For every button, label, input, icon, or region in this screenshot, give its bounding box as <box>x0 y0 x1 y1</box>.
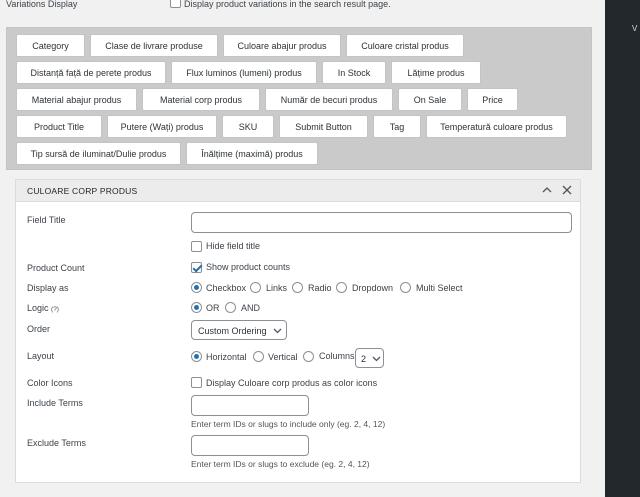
display-as-checkbox-radio[interactable] <box>191 282 202 293</box>
field-chip-inaltime-maxima[interactable]: Înălțime (maximă) produs <box>186 142 318 165</box>
show-product-counts-checkbox[interactable] <box>191 262 202 273</box>
field-chip-submit-button[interactable]: Submit Button <box>279 115 368 138</box>
columns-select[interactable]: 2 <box>355 348 384 368</box>
order-select-value: Custom Ordering <box>198 326 267 336</box>
field-title-label: Field Title <box>27 215 66 225</box>
field-chip-culoare-cristal[interactable]: Culoare cristal produs <box>346 34 464 57</box>
exclude-terms-label: Exclude Terms <box>27 438 86 448</box>
field-chip-distanta-fata-de-perete[interactable]: Distanță față de perete produs <box>16 61 166 84</box>
field-chip-latime[interactable]: Lățime produs <box>391 61 481 84</box>
field-chip-numar-de-becuri[interactable]: Număr de becuri produs <box>265 88 393 111</box>
side-glyph: V <box>632 24 638 33</box>
field-chip-temperatura-culoare[interactable]: Temperatură culoare produs <box>426 115 567 138</box>
display-as-links-label: Links <box>266 283 288 293</box>
include-terms-description: Enter term IDs or slugs to include only … <box>191 419 386 429</box>
display-as-label: Display as <box>27 283 69 293</box>
chevron-up-icon[interactable] <box>541 184 553 196</box>
logic-label: Logic (?) <box>27 303 59 313</box>
variations-display-text: Display product variations in the search… <box>184 0 391 9</box>
field-chip-culoare-abajur[interactable]: Culoare abajur produs <box>223 34 341 57</box>
admin-side-panel: V <box>605 0 640 497</box>
chevron-down-icon <box>372 356 381 362</box>
hide-field-title-checkbox[interactable] <box>191 241 202 252</box>
display-as-dropdown-radio[interactable] <box>336 282 347 293</box>
include-terms-input[interactable] <box>191 395 309 416</box>
display-as-multi-select-radio[interactable] <box>400 282 411 293</box>
chevron-down-icon <box>273 328 282 334</box>
field-title-input[interactable] <box>191 212 572 233</box>
exclude-terms-description: Enter term IDs or slugs to exclude (eg. … <box>191 459 370 469</box>
include-terms-label: Include Terms <box>27 398 83 408</box>
field-chip-clase-de-livrare[interactable]: Clase de livrare produse <box>90 34 218 57</box>
field-chip-in-stock[interactable]: In Stock <box>322 61 386 84</box>
show-product-counts-label: Show product counts <box>206 262 291 272</box>
logic-help[interactable]: (?) <box>51 306 59 313</box>
display-as-radio-radio[interactable] <box>292 282 303 293</box>
field-chip-on-sale[interactable]: On Sale <box>398 88 462 111</box>
field-chip-price[interactable]: Price <box>467 88 518 111</box>
columns-select-value: 2 <box>361 354 367 364</box>
color-icons-checkbox[interactable] <box>191 377 202 388</box>
order-select[interactable]: Custom Ordering <box>191 320 287 340</box>
variations-display-checkbox[interactable] <box>170 0 181 8</box>
exclude-terms-input[interactable] <box>191 435 309 456</box>
layout-columns-radio[interactable] <box>303 351 314 362</box>
field-chip-sku[interactable]: SKU <box>222 115 274 138</box>
variations-display-label: Variations Display <box>6 0 78 9</box>
field-settings-panel: CULOARE CORP PRODUS Field Title Hide fie… <box>15 179 581 483</box>
field-chip-category[interactable]: Category <box>16 34 85 57</box>
layout-horizontal-label: Horizontal <box>206 352 247 362</box>
layout-vertical-radio[interactable] <box>253 351 264 362</box>
field-chip-material-corp[interactable]: Material corp produs <box>142 88 260 111</box>
layout-vertical-label: Vertical <box>268 352 298 362</box>
logic-or-label: OR <box>206 303 220 313</box>
display-as-multi-select-label: Multi Select <box>416 283 463 293</box>
field-settings-title: CULOARE CORP PRODUS <box>27 186 138 196</box>
field-chip-product-title[interactable]: Product Title <box>16 115 102 138</box>
field-chip-tag[interactable]: Tag <box>373 115 421 138</box>
layout-label: Layout <box>27 351 55 361</box>
variations-display-row: Variations Display Display product varia… <box>0 0 590 14</box>
field-chip-flux-luminos[interactable]: Flux luminos (lumeni) produs <box>171 61 317 84</box>
hide-field-title-label: Hide field title <box>206 241 261 251</box>
close-icon[interactable] <box>561 184 573 196</box>
available-fields-panel: Category Clase de livrare produse Culoar… <box>6 27 592 170</box>
color-icons-label: Color Icons <box>27 378 73 388</box>
order-label: Order <box>27 324 51 334</box>
color-icons-option-label: Display Culoare corp produs as color ico… <box>206 378 378 388</box>
logic-or-radio[interactable] <box>191 302 202 313</box>
field-chip-tip-sursa-de-iluminat[interactable]: Tip sursă de iluminat/Dulie produs <box>16 142 181 165</box>
layout-horizontal-radio[interactable] <box>191 351 202 362</box>
display-as-links-radio[interactable] <box>250 282 261 293</box>
display-as-radio-label: Radio <box>308 283 332 293</box>
field-chip-putere[interactable]: Putere (Wați) produs <box>107 115 217 138</box>
field-chip-material-abajur[interactable]: Material abajur produs <box>16 88 137 111</box>
logic-and-radio[interactable] <box>225 302 236 313</box>
layout-columns-label: Columns <box>319 351 355 361</box>
field-settings-header: CULOARE CORP PRODUS <box>16 180 580 202</box>
product-count-label: Product Count <box>27 263 85 273</box>
display-as-checkbox-label: Checkbox <box>206 283 247 293</box>
display-as-dropdown-label: Dropdown <box>352 283 394 293</box>
logic-and-label: AND <box>241 303 261 313</box>
